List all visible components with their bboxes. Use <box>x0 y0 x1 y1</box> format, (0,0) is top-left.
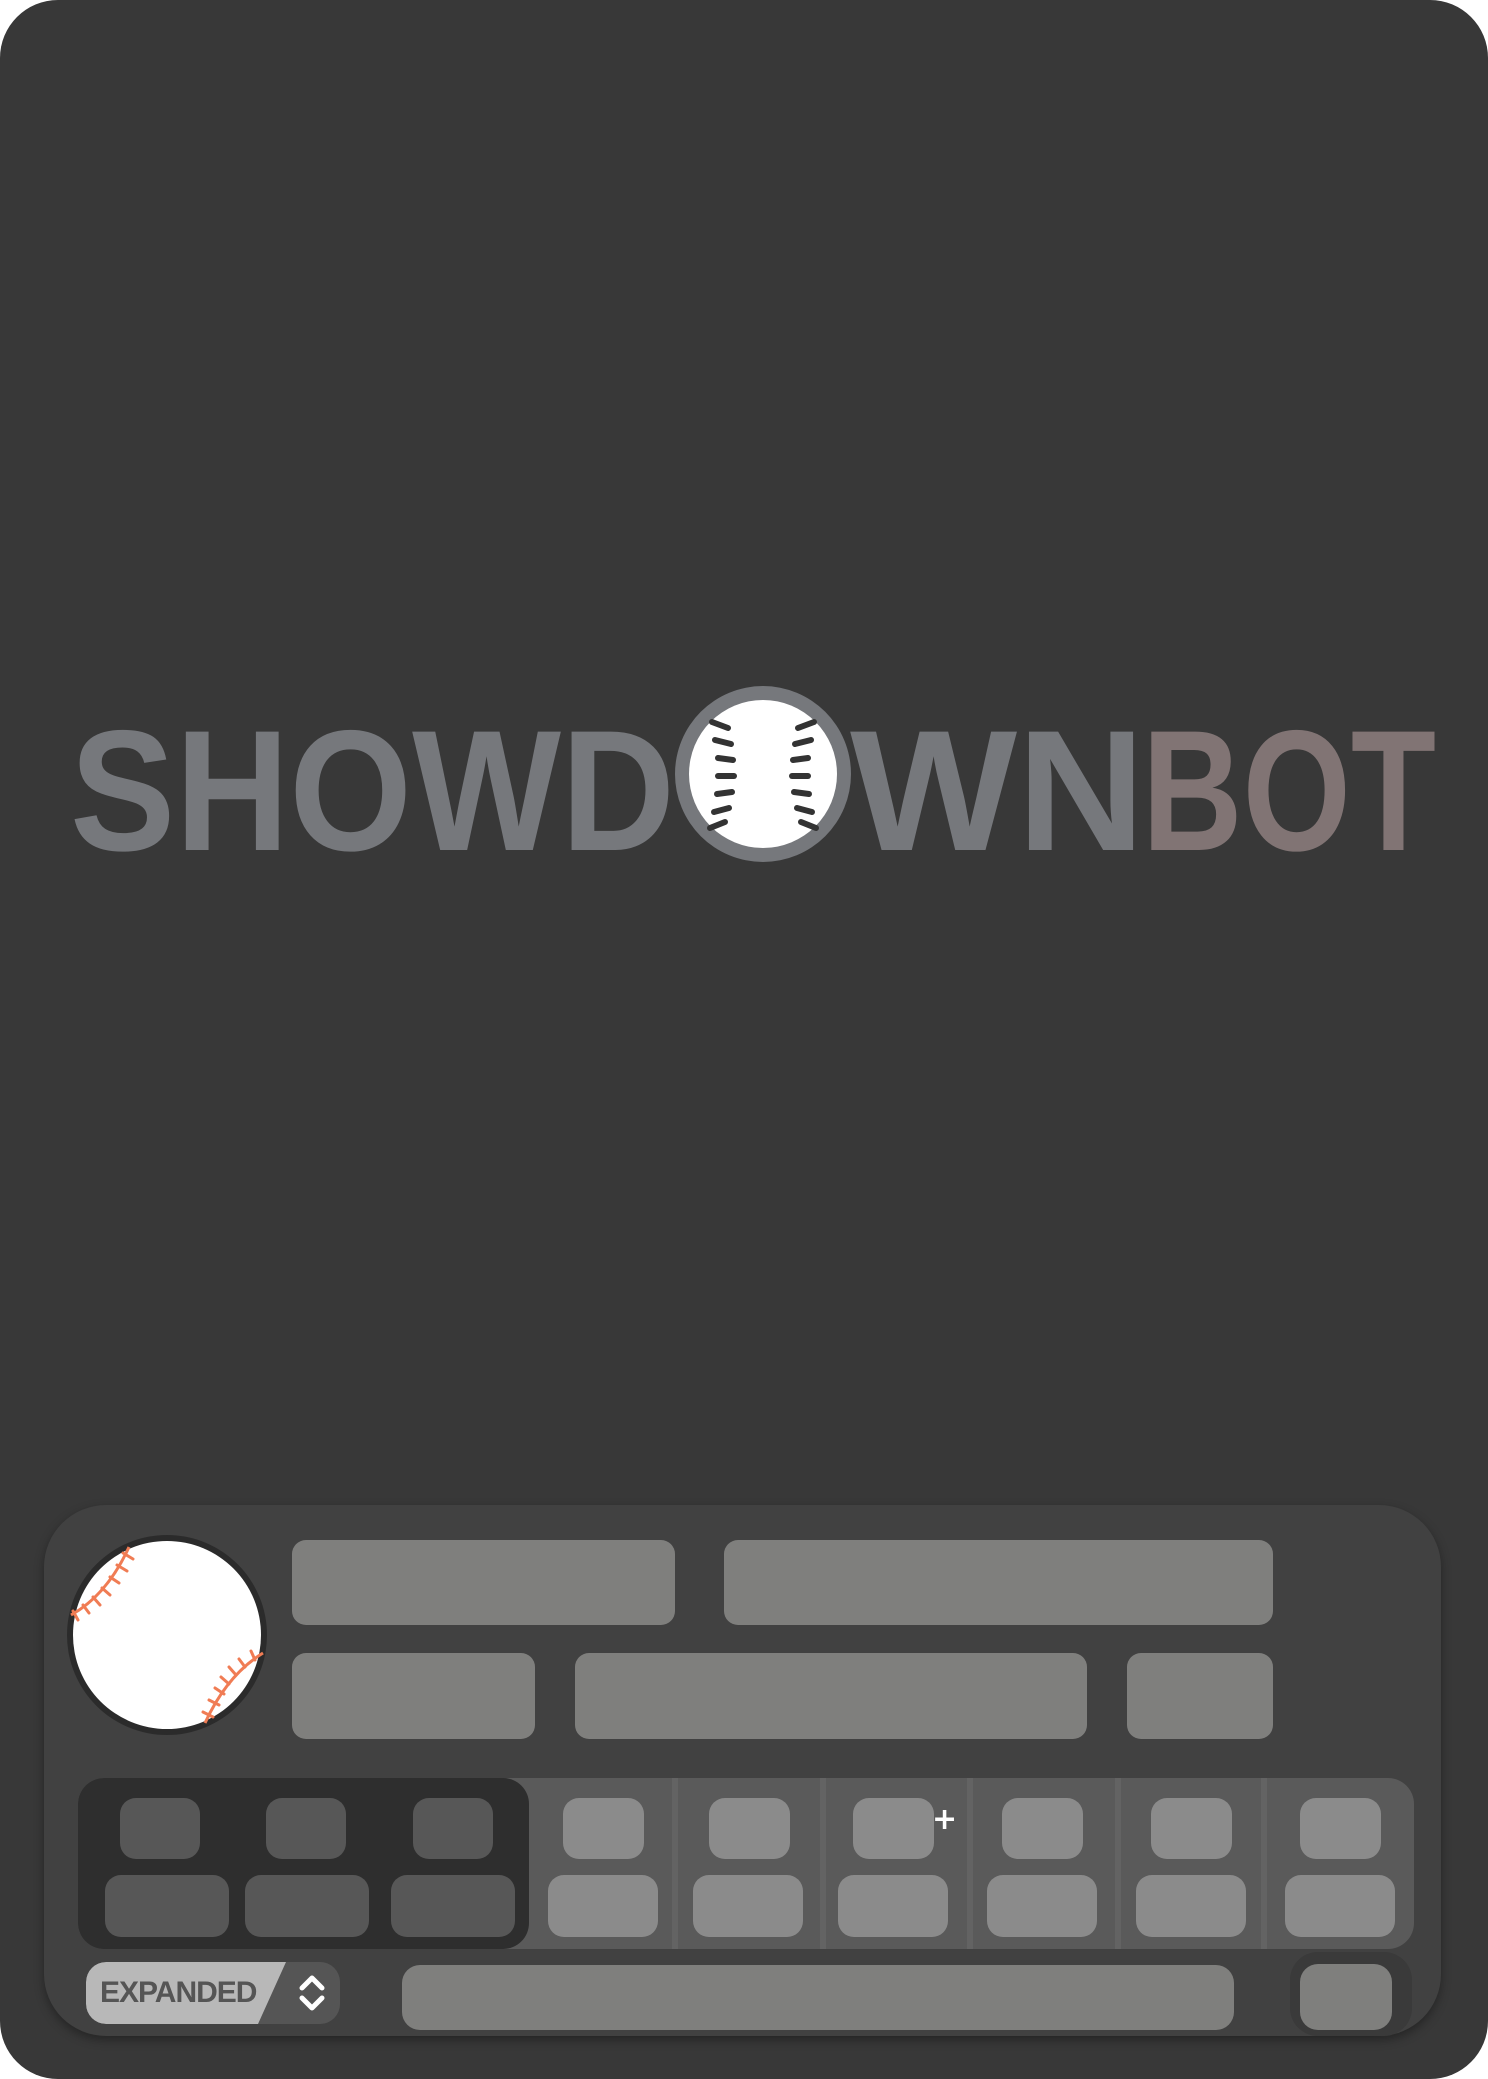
chart-result-value-placeholder <box>1285 1875 1395 1937</box>
outs-value-placeholder <box>245 1875 369 1937</box>
command-label-placeholder <box>120 1798 200 1859</box>
logo-text-wn: WN <box>850 695 1145 887</box>
expanded-label: EXPANDED <box>100 1976 257 2009</box>
logo-baseball-icon <box>675 686 851 862</box>
player-year-placeholder <box>292 1653 535 1739</box>
column-divider <box>820 1778 826 1949</box>
column-divider <box>672 1778 678 1949</box>
player-position-placeholder <box>575 1653 1087 1739</box>
chart-result-value-placeholder <box>548 1875 658 1937</box>
chart-result-label-placeholder <box>563 1798 644 1859</box>
speed-label-placeholder <box>413 1798 493 1859</box>
chart-result-label-placeholder <box>853 1798 934 1859</box>
expanded-toggle-button[interactable]: EXPANDED <box>86 1962 340 2024</box>
logo-text-showd: SHOWD <box>70 695 675 887</box>
chart-result-label-placeholder <box>709 1798 790 1859</box>
player-avatar <box>67 1535 267 1735</box>
player-card: SHOWD WN BOT + EXPANDED <box>0 0 1488 2079</box>
chart-result-value-placeholder <box>838 1875 948 1937</box>
player-team-placeholder <box>724 1540 1273 1625</box>
baseball-icon <box>70 1541 264 1729</box>
player-points-placeholder <box>1127 1653 1273 1739</box>
player-name-placeholder <box>292 1540 675 1625</box>
outs-label-placeholder <box>266 1798 346 1859</box>
chart-result-value-placeholder <box>1136 1875 1246 1937</box>
column-divider <box>1115 1778 1121 1949</box>
chevron-up-down-icon <box>299 1975 325 2011</box>
set-badge-placeholder <box>1300 1964 1392 2030</box>
chart-result-label-placeholder <box>1002 1798 1083 1859</box>
command-value-placeholder <box>105 1875 229 1937</box>
chart-result-value-placeholder <box>987 1875 1097 1937</box>
chart-result-label-placeholder <box>1151 1798 1232 1859</box>
chart-result-value-placeholder <box>693 1875 803 1937</box>
speed-value-placeholder <box>391 1875 515 1937</box>
logo-text-bot: BOT <box>1142 695 1436 887</box>
column-divider <box>967 1778 973 1949</box>
plus-symbol: + <box>932 1802 958 1837</box>
chart-result-label-placeholder <box>1300 1798 1381 1859</box>
player-details-placeholder <box>402 1965 1234 2030</box>
column-divider <box>1261 1778 1267 1949</box>
